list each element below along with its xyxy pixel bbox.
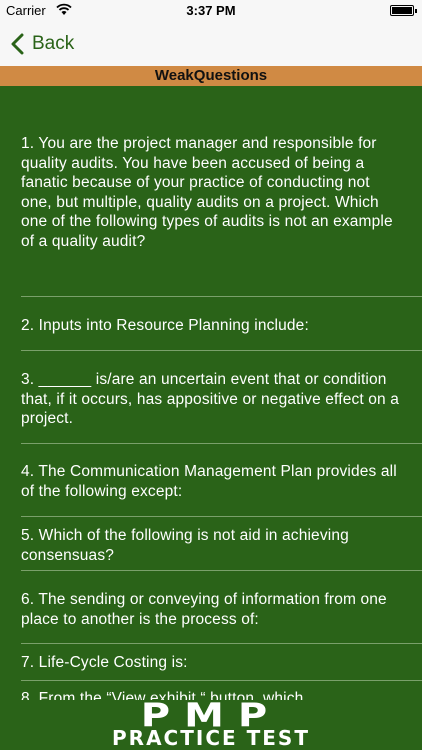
question-item[interactable]: 4. The Communication Management Plan pro… <box>21 462 401 501</box>
separator <box>21 516 422 517</box>
pmp-banner: PMP PRACTICE TEST <box>0 700 422 750</box>
separator <box>21 643 422 644</box>
question-item[interactable]: 1. You are the project manager and respo… <box>21 134 401 251</box>
question-item[interactable]: 2. Inputs into Resource Planning include… <box>21 316 401 336</box>
separator <box>21 570 422 571</box>
clock: 3:37 PM <box>186 3 236 18</box>
separator <box>21 680 422 681</box>
back-button[interactable]: Back <box>10 30 74 58</box>
page-title: WeakQuestions <box>0 66 422 86</box>
chevron-left-icon <box>11 33 24 55</box>
separator <box>21 350 422 351</box>
status-bar: Carrier 3:37 PM <box>0 0 422 22</box>
question-list[interactable]: 1. You are the project manager and respo… <box>0 86 422 700</box>
separator <box>21 443 422 444</box>
separator <box>21 296 422 297</box>
navigation-bar: Back <box>0 22 422 66</box>
question-item[interactable]: 3. ______ is/are an uncertain event that… <box>21 370 401 429</box>
question-item[interactable]: 6. The sending or conveying of informati… <box>21 590 401 629</box>
question-item[interactable]: 5. Which of the following is not aid in … <box>21 526 401 565</box>
practice-test-label: PRACTICE TEST <box>112 726 310 750</box>
back-label: Back <box>32 33 75 54</box>
battery-icon <box>390 5 417 16</box>
question-item[interactable]: 7. Life-Cycle Costing is: <box>21 653 401 673</box>
